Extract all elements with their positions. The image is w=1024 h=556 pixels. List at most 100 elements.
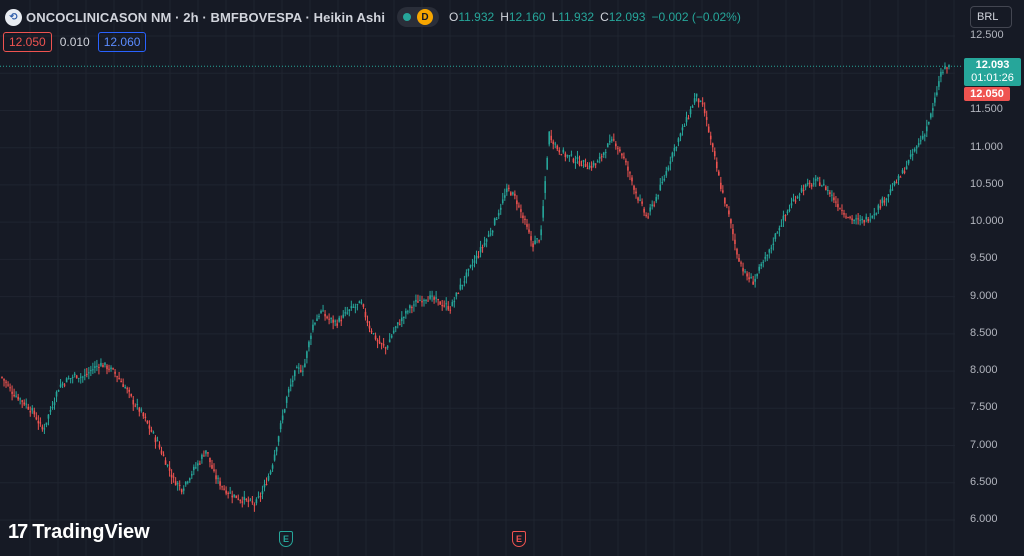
candle-body (707, 126, 710, 133)
candle-body (158, 444, 161, 448)
candle-body (899, 176, 902, 178)
candle-body (491, 230, 494, 233)
candle-body (37, 420, 40, 424)
candle-body (148, 425, 151, 429)
candle-body (726, 204, 728, 207)
price-axis-label: 6.000 (970, 513, 998, 525)
candle-body (312, 324, 314, 331)
price-chart[interactable] (0, 0, 1024, 556)
candle-body (166, 464, 169, 466)
candle-body (453, 300, 456, 303)
candle-body (439, 301, 441, 305)
buy-button[interactable]: 12.060 (97, 32, 147, 52)
candle-body (182, 488, 185, 491)
bid-price-tag: 12.050 (964, 87, 1010, 101)
candle-body (518, 205, 520, 207)
candle-body (748, 277, 750, 280)
candle-body (283, 409, 286, 413)
candle-body (772, 243, 775, 246)
candle-body (435, 297, 437, 299)
candle-body (126, 388, 128, 390)
candle-body (308, 341, 310, 348)
symbol-logo-icon: ⟲ (5, 8, 22, 26)
candle-body (403, 317, 405, 319)
candle-body (505, 188, 508, 193)
earnings-event-marker[interactable]: E (279, 531, 293, 547)
candle-body (96, 365, 98, 367)
sell-button[interactable]: 12.050 (3, 32, 52, 52)
candle-body (146, 420, 149, 424)
candle-body (659, 184, 662, 191)
open-value: 11.932 (458, 10, 495, 24)
candle-body (661, 182, 664, 184)
candle-body (352, 306, 355, 308)
candle-body (564, 153, 567, 158)
currency-button[interactable]: BRL (970, 6, 1012, 28)
candle-body (67, 378, 70, 380)
candle-body (657, 195, 660, 197)
candle-body (485, 239, 488, 242)
candle-body (344, 312, 347, 314)
candle-body (69, 378, 72, 380)
candle-body (346, 312, 349, 314)
candle-body (455, 292, 458, 297)
candle-body (859, 219, 861, 221)
candle-body (316, 318, 318, 322)
candle-body (663, 178, 666, 181)
candle-body (445, 303, 448, 305)
candle-body (788, 209, 791, 212)
candle-body (332, 319, 334, 323)
candle-body (681, 127, 684, 131)
earnings-event-marker[interactable]: E (512, 531, 526, 547)
candle-body (291, 380, 294, 382)
candle-body (816, 178, 819, 180)
candle-body (471, 264, 474, 266)
candle-body (94, 366, 96, 368)
candle-body (92, 369, 94, 371)
candle-body (544, 181, 546, 193)
candle-body (691, 106, 694, 108)
candle-body (176, 483, 179, 485)
candle-body (302, 370, 304, 372)
candle-body (752, 281, 754, 285)
candle-body (944, 66, 946, 69)
candle-body (392, 330, 395, 333)
data-delay-badge[interactable]: D (417, 9, 434, 25)
candle-body (499, 207, 502, 210)
candle-body (469, 265, 472, 267)
symbol-title[interactable]: ONCOCLINICASON NM · 2h · BMFBOVESPA · He… (26, 10, 385, 25)
candle-body (128, 389, 131, 392)
tradingview-logo[interactable]: 17 TradingView (8, 521, 150, 544)
candle-body (253, 504, 256, 506)
candle-body (138, 407, 141, 412)
candle-body (475, 255, 478, 259)
candle-body (643, 208, 645, 213)
candle-body (683, 125, 686, 127)
candle-body (806, 182, 809, 185)
candle-body (122, 384, 124, 387)
candle-body (178, 484, 181, 486)
candle-body (13, 395, 15, 397)
candle-body (907, 159, 910, 164)
candle-body (35, 417, 38, 420)
candle-body (417, 301, 419, 303)
candle-body (839, 208, 841, 210)
candle-body (629, 172, 631, 174)
candle-body (374, 335, 377, 340)
candle-body (243, 496, 246, 501)
candle-body (917, 143, 920, 146)
candle-body (134, 405, 137, 407)
candle-body (647, 216, 649, 218)
candle-body (901, 170, 904, 174)
candle-body (114, 371, 116, 374)
candle-body (835, 201, 837, 203)
candle-body (259, 496, 262, 498)
candle-body (812, 183, 815, 185)
candle-body (251, 501, 254, 503)
candle-body (598, 156, 601, 159)
candle-body (782, 215, 785, 221)
candle-body (728, 210, 730, 215)
candle-body (843, 213, 845, 215)
market-status-pill[interactable]: D (397, 7, 440, 27)
candle-body (610, 139, 613, 141)
